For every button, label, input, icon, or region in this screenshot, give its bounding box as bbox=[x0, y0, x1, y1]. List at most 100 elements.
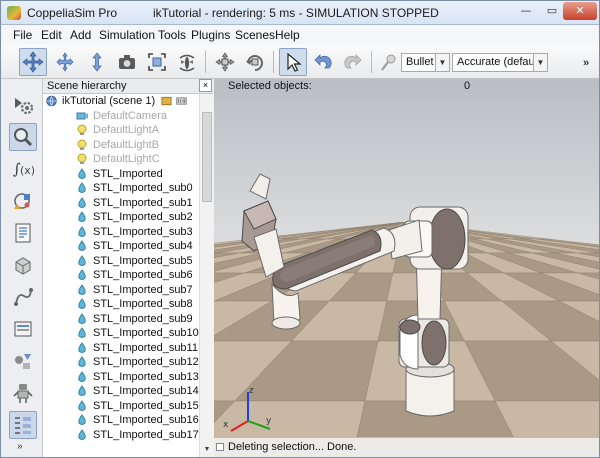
close-button[interactable]: ✕ bbox=[563, 2, 597, 20]
minimize-button[interactable]: — bbox=[513, 2, 539, 20]
hierarchy-item-label: STL_Imported_sub0 bbox=[93, 182, 193, 194]
hierarchy-item-label: DefaultLightC bbox=[93, 153, 160, 165]
menu-scenes[interactable]: Scenes bbox=[235, 28, 275, 42]
selection-info: Selected objects: 0 bbox=[214, 79, 599, 93]
shape-icon bbox=[76, 225, 87, 238]
model-browser-icon[interactable] bbox=[9, 411, 37, 439]
axis-z-label: z bbox=[249, 386, 254, 396]
hierarchy-item-label: STL_Imported_sub12 bbox=[93, 356, 199, 368]
hierarchy-item-label: STL_Imported_sub8 bbox=[93, 298, 193, 310]
scene-script-icon[interactable] bbox=[176, 95, 187, 107]
object-rotate-icon[interactable] bbox=[241, 48, 269, 76]
robot-icon[interactable] bbox=[9, 379, 37, 407]
app-logo-icon bbox=[7, 6, 21, 20]
paths-icon[interactable] bbox=[9, 283, 37, 311]
menu-bar: File Edit Add Simulation Tools Plugins S… bbox=[1, 25, 599, 45]
main-window: CoppeliaSim Pro ikTutorial - rendering: … bbox=[0, 0, 600, 458]
hierarchy-item-label: STL_Imported_sub16 bbox=[93, 414, 199, 426]
hierarchy-item-label: STL_Imported_sub14 bbox=[93, 385, 199, 397]
hierarchy-item-label: STL_Imported_sub4 bbox=[93, 240, 193, 252]
undo-icon[interactable] bbox=[309, 48, 337, 76]
shape-icon bbox=[76, 370, 87, 383]
selected-objects-count: 0 bbox=[464, 80, 471, 92]
camera-icon bbox=[76, 110, 88, 122]
toolbar-separator bbox=[273, 51, 274, 73]
status-toggle-icon[interactable] bbox=[216, 443, 224, 451]
scene-render[interactable]: z x y bbox=[214, 79, 599, 458]
menu-help[interactable]: Help bbox=[275, 28, 300, 42]
light-icon bbox=[76, 124, 87, 136]
simulation-settings-icon[interactable] bbox=[9, 91, 37, 119]
shape-icon bbox=[76, 196, 87, 209]
expand-toolbar-icon[interactable]: » bbox=[17, 441, 23, 452]
toolbar-separator bbox=[205, 51, 206, 73]
object-shift-icon[interactable] bbox=[211, 48, 239, 76]
manipulation-icon[interactable] bbox=[173, 48, 201, 76]
hierarchy-item-label: DefaultLightB bbox=[93, 138, 160, 151]
menu-simulation[interactable]: Simulation bbox=[99, 28, 155, 42]
hierarchy-item-label: STL_Imported_sub5 bbox=[93, 254, 193, 267]
maximize-button[interactable]: ▭ bbox=[539, 2, 565, 20]
hierarchy-item-label: STL_Imported_sub2 bbox=[93, 211, 193, 223]
scene-edit-icon[interactable] bbox=[161, 95, 172, 107]
shape-icon bbox=[76, 254, 87, 267]
chevron-down-icon[interactable]: ▼ bbox=[435, 53, 450, 72]
shape-icon bbox=[76, 283, 87, 296]
selection-icon[interactable] bbox=[9, 123, 37, 151]
chevron-down-icon[interactable]: ▼ bbox=[533, 53, 548, 72]
status-bar: Deleting selection... Done. bbox=[214, 437, 599, 457]
shape-icon bbox=[76, 428, 87, 441]
toolbar-overflow-icon[interactable]: » bbox=[583, 57, 589, 69]
hierarchy-item-label: STL_Imported_sub3 bbox=[93, 225, 193, 238]
scroll-down-icon[interactable]: ▼ bbox=[200, 443, 214, 457]
layers-icon[interactable] bbox=[9, 347, 37, 375]
hierarchy-item-label: STL_Imported_sub6 bbox=[93, 269, 193, 281]
hierarchy-scrollbar[interactable]: ▼ bbox=[199, 94, 214, 457]
camera-angle-icon[interactable] bbox=[113, 48, 141, 76]
menu-plugins[interactable]: Plugins bbox=[191, 28, 230, 42]
menu-file[interactable]: File bbox=[13, 28, 32, 42]
camera-rotate-icon[interactable] bbox=[51, 48, 79, 76]
shape-icon bbox=[76, 312, 87, 325]
title-bar[interactable]: CoppeliaSim Pro ikTutorial - rendering: … bbox=[1, 1, 599, 25]
camera-pan-icon[interactable] bbox=[19, 48, 47, 76]
shape-icon bbox=[76, 327, 87, 339]
fit-to-view-icon[interactable] bbox=[143, 48, 171, 76]
status-message: Deleting selection... Done. bbox=[228, 441, 357, 453]
hierarchy-item-label: DefaultLightA bbox=[93, 124, 160, 136]
hierarchy-item-label: STL_Imported_sub1 bbox=[93, 196, 193, 209]
user-settings-icon[interactable] bbox=[9, 315, 37, 343]
close-icon[interactable]: × bbox=[199, 79, 212, 92]
window-title: ikTutorial - rendering: 5 ms - SIMULATIO… bbox=[153, 6, 439, 20]
light-icon bbox=[76, 153, 87, 165]
shape-icon bbox=[76, 385, 87, 397]
axis-x-label: x bbox=[223, 420, 229, 430]
hierarchy-item-label: STL_Imported_sub10 bbox=[93, 327, 199, 339]
click-select-icon[interactable] bbox=[279, 48, 307, 76]
camera-shift-icon[interactable] bbox=[83, 48, 111, 76]
hierarchy-item-label: STL_Imported_sub17 bbox=[93, 428, 199, 441]
menu-tools[interactable]: Tools bbox=[158, 28, 186, 42]
menu-edit[interactable]: Edit bbox=[41, 28, 62, 42]
dynamics-icon[interactable] bbox=[375, 48, 403, 76]
hierarchy-item-label: DefaultCamera bbox=[93, 109, 167, 122]
scene-root-label: ikTutorial (scene 1) bbox=[62, 95, 156, 107]
scene-viewport[interactable]: z x y Selected objects: 0 Deleting selec… bbox=[214, 79, 599, 458]
shape-icon bbox=[76, 399, 87, 412]
light-icon bbox=[76, 139, 87, 151]
shapes-icon[interactable] bbox=[9, 187, 37, 215]
menu-add[interactable]: Add bbox=[70, 28, 91, 42]
calculation-modules-icon[interactable] bbox=[9, 219, 37, 247]
hierarchy-title: Scene hierarchy bbox=[47, 80, 127, 92]
left-toolbar: ∫ (x) » bbox=[1, 79, 43, 457]
redo-icon[interactable] bbox=[339, 48, 367, 76]
shape-icon bbox=[76, 182, 87, 194]
shape-icon bbox=[76, 167, 87, 180]
collections-icon[interactable] bbox=[9, 251, 37, 279]
scripts-icon[interactable]: ∫ (x) bbox=[9, 155, 37, 183]
shape-icon bbox=[76, 211, 87, 223]
shape-icon bbox=[76, 356, 87, 368]
shape-icon bbox=[76, 414, 87, 426]
scrollbar-thumb[interactable] bbox=[202, 112, 212, 202]
toolbar-separator bbox=[371, 51, 372, 73]
